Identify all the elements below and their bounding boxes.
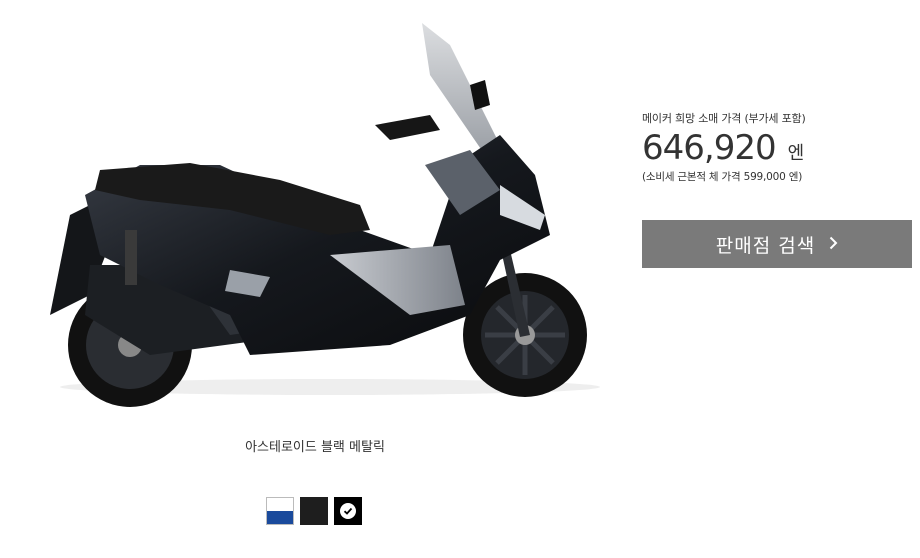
check-icon <box>340 503 356 519</box>
price-value: 646,920 <box>642 128 777 168</box>
chevron-right-icon <box>829 234 838 255</box>
dealer-search-label: 판매점 검색 <box>715 234 816 257</box>
color-swatch-black[interactable] <box>300 497 328 525</box>
price-unit: 엔 <box>787 143 805 164</box>
price-label: 메이커 희망 소매 가격 (부가세 포함) <box>642 112 806 125</box>
color-swatches <box>266 497 362 525</box>
color-swatch-asteroid-black-metallic[interactable] <box>334 497 362 525</box>
product-image <box>30 15 610 415</box>
color-name-label: 아스테로이드 블랙 메탈릭 <box>245 440 385 455</box>
price-note: (소비세 근본적 체 가격 599,000 엔) <box>642 171 803 183</box>
price-panel: 메이커 희망 소매 가격 (부가세 포함) 646,920 엔 (소비세 근본적… <box>642 110 912 184</box>
price-row: 646,920 엔 <box>642 130 912 166</box>
color-swatch-white-blue[interactable] <box>266 497 294 525</box>
dealer-search-button[interactable]: 판매점 검색 <box>642 220 912 268</box>
